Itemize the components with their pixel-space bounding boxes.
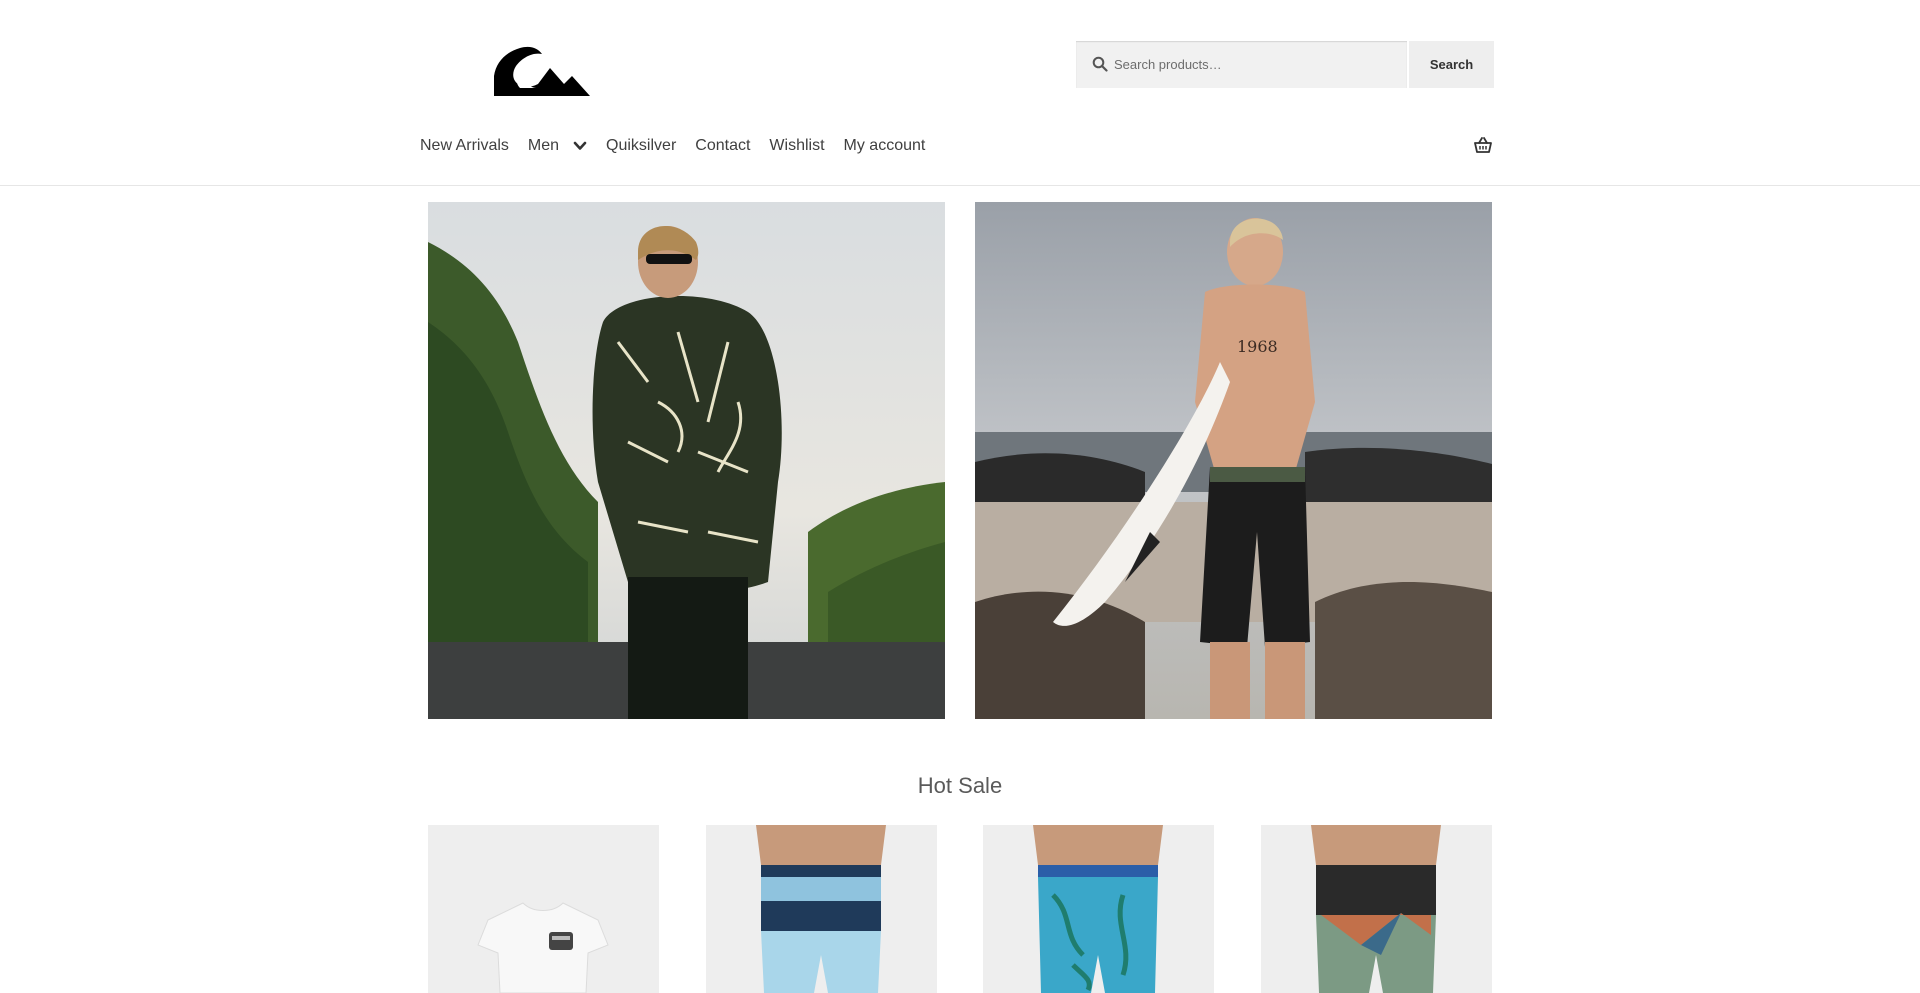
nav-wishlist[interactable]: Wishlist — [769, 131, 824, 161]
product-search: Search products… Search — [1076, 41, 1494, 88]
product-image-tropical-boardshorts — [983, 825, 1214, 993]
product-image-striped-boardshorts — [706, 825, 937, 993]
site-logo[interactable] — [492, 42, 592, 98]
nav-new-arrivals[interactable]: New Arrivals — [420, 131, 509, 161]
product-image-white-tee — [428, 825, 659, 993]
search-placeholder: Search products… — [1114, 57, 1222, 72]
search-icon — [1092, 56, 1108, 72]
product-image-colorblock-boardshorts — [1261, 825, 1492, 993]
search-input[interactable]: Search products… — [1076, 41, 1407, 88]
site-header: Search products… Search New Arrivals Men… — [0, 0, 1920, 186]
product-card-white-tee[interactable] — [428, 825, 659, 993]
nav-contact[interactable]: Contact — [695, 131, 750, 161]
hot-sale-title: Hot Sale — [917, 773, 1003, 799]
hero-photo-surfboard: 1968 — [975, 202, 1492, 719]
basket-icon[interactable] — [1474, 137, 1492, 154]
chevron-down-icon[interactable] — [573, 139, 587, 153]
product-card-striped-boardshorts[interactable] — [706, 825, 937, 993]
nav-quiksilver[interactable]: Quiksilver — [606, 131, 676, 161]
search-button[interactable]: Search — [1409, 41, 1494, 88]
hero-photo-shirt — [428, 202, 945, 719]
hero-image-shirt[interactable] — [428, 202, 945, 719]
nav-men[interactable]: Men — [528, 131, 587, 161]
product-card-tropical-boardshorts[interactable] — [983, 825, 1214, 993]
nav-my-account[interactable]: My account — [844, 131, 926, 161]
quiksilver-logo-icon — [494, 46, 590, 96]
product-card-colorblock-boardshorts[interactable] — [1261, 825, 1492, 993]
nav-men-label: Men — [527, 137, 560, 154]
primary-navigation: New Arrivals Men Quiksilver Contact Wish… — [420, 131, 944, 161]
hero-image-surfboard[interactable]: 1968 — [975, 202, 1492, 719]
chest-tattoo-text: 1968 — [1237, 337, 1278, 356]
